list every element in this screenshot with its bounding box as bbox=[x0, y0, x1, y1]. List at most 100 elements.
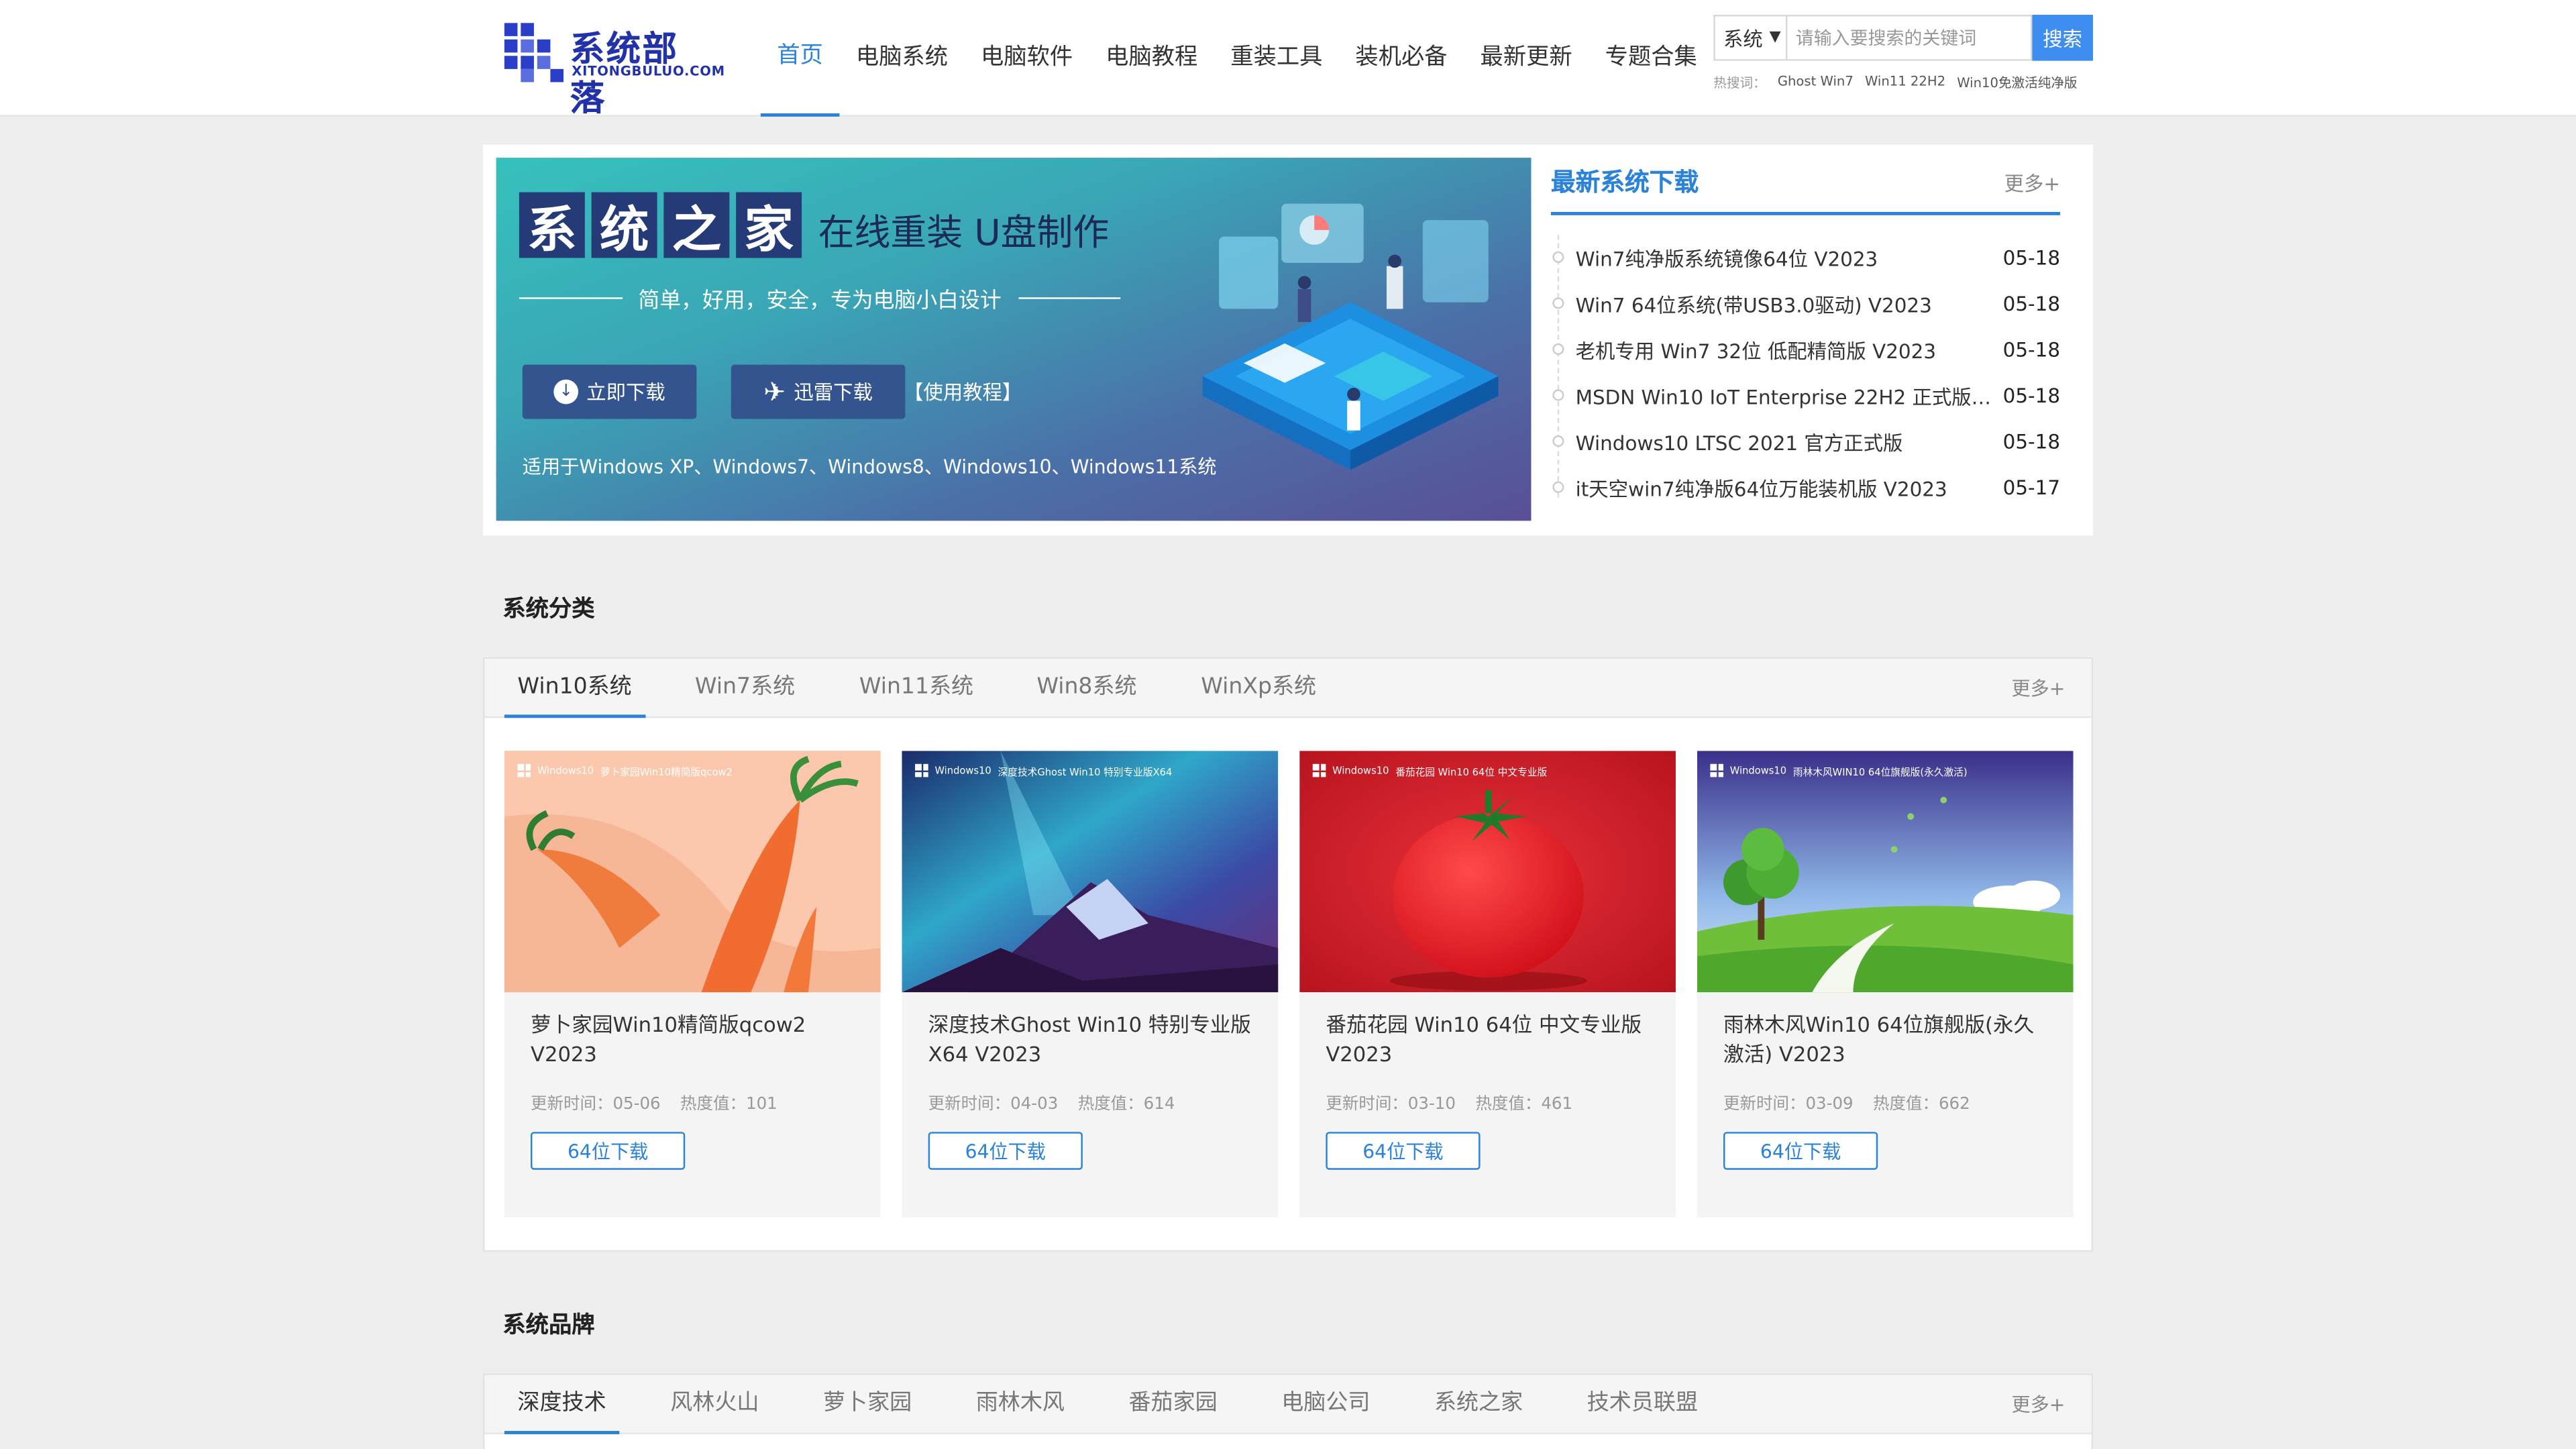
nav-pc-system[interactable]: 电脑系统 bbox=[839, 0, 964, 117]
brand-more-link[interactable]: 更多+ bbox=[2011, 1391, 2065, 1417]
list-item-title[interactable]: Win7 64位系统(带USB3.0驱动) V2023 bbox=[1576, 290, 1994, 318]
category-more-link[interactable]: 更多+ bbox=[2011, 676, 2065, 702]
nav-home[interactable]: 首页 bbox=[760, 0, 840, 117]
latest-downloads: 最新系统下载 更多+ Win7纯净版系统镜像64位 V2023 05-18 Wi… bbox=[1550, 145, 2061, 536]
card-image[interactable]: Windows10 深度技术Ghost Win10 特别专业版X64 bbox=[902, 751, 1279, 993]
tab-win7[interactable]: Win7系统 bbox=[682, 659, 808, 718]
list-item[interactable]: it天空win7纯净版64位万能装机版 V2023 05-17 bbox=[1551, 465, 2060, 511]
search-type-select[interactable]: 系统 ▼ bbox=[1713, 15, 1786, 61]
card-badge: Windows10 番茄花园 Win10 64位 中文专业版 bbox=[1312, 761, 1547, 780]
thunder-download-label: 迅雷下载 bbox=[794, 381, 873, 405]
card-image[interactable]: Windows10 番茄花园 Win10 64位 中文专业版 bbox=[1299, 751, 1676, 993]
bullet-icon bbox=[1552, 435, 1564, 447]
download-now-button[interactable]: ↓ 立即下载 bbox=[522, 364, 697, 419]
windows-logo-icon bbox=[1312, 763, 1326, 777]
badge-text: 雨林木风WIN10 64位旗舰版(永久激活) bbox=[1792, 766, 1968, 778]
brand-tabs: 深度技术 风林火山 萝卜家园 雨林木风 番茄家园 电脑公司 系统之家 技术员联盟… bbox=[484, 1375, 2092, 1434]
tab-brand-xitong[interactable]: 系统之家 bbox=[1421, 1375, 1536, 1434]
search-input[interactable] bbox=[1786, 15, 2033, 61]
card-image[interactable]: Windows10 雨林木风WIN10 64位旗舰版(永久激活) bbox=[1697, 751, 2074, 993]
card-title[interactable]: 雨林木风Win10 64位旗舰版(永久激活) V2023 bbox=[1723, 1010, 2052, 1069]
tab-win10[interactable]: Win10系统 bbox=[504, 659, 645, 718]
tutorial-link[interactable]: 【使用教程】 bbox=[904, 378, 1022, 406]
category-panel: Win10系统 Win7系统 Win11系统 Win8系统 WinXp系统 更多… bbox=[483, 657, 2094, 1252]
hot-word-link[interactable]: Win10免激活纯净版 bbox=[1957, 74, 2077, 92]
badge-os: Windows10 bbox=[537, 765, 594, 777]
nav-pc-tutorial[interactable]: 电脑教程 bbox=[1089, 0, 1214, 117]
download-64-button[interactable]: 64位下载 bbox=[1326, 1132, 1481, 1170]
list-item-title[interactable]: Windows10 LTSC 2021 官方正式版 bbox=[1576, 428, 1994, 456]
nav-pc-software[interactable]: 电脑软件 bbox=[965, 0, 1089, 117]
system-card[interactable]: Windows10 番茄花园 Win10 64位 中文专业版 番茄花园 Win1… bbox=[1299, 751, 1676, 1218]
card-image[interactable]: Windows10 萝卜家园Win10精简版qcow2 bbox=[504, 751, 881, 993]
latest-more-link[interactable]: 更多+ bbox=[2004, 169, 2060, 197]
promo-banner[interactable]: 系 统 之 家 在线重装 U盘制作 简单，好用，安全，专为电脑小白设计 ↓ 立即… bbox=[496, 158, 1532, 521]
card-title[interactable]: 番茄花园 Win10 64位 中文专业版V2023 bbox=[1326, 1010, 1654, 1069]
nav-reinstall-tools[interactable]: 重装工具 bbox=[1214, 0, 1339, 117]
list-item[interactable]: Windows10 LTSC 2021 官方正式版 05-18 bbox=[1551, 419, 2060, 465]
banner-compat-text: 适用于Windows XP、Windows7、Windows8、Windows1… bbox=[522, 455, 1217, 478]
update-time: 更新时间：04-03 bbox=[928, 1095, 1059, 1114]
site-logo[interactable]: 系统部落 XITONGBULUO.COM bbox=[504, 23, 724, 118]
tab-brand-shendu[interactable]: 深度技术 bbox=[504, 1375, 620, 1434]
tab-brand-diannao[interactable]: 电脑公司 bbox=[1269, 1375, 1383, 1434]
list-item[interactable]: Win7纯净版系统镜像64位 V2023 05-18 bbox=[1551, 235, 2060, 281]
list-item-date: 05-18 bbox=[2002, 292, 2061, 316]
card-meta: 更新时间：04-03 热度值：614 bbox=[928, 1089, 1175, 1114]
heat-value: 热度值：101 bbox=[680, 1095, 777, 1114]
tab-brand-luobo[interactable]: 萝卜家园 bbox=[810, 1375, 924, 1434]
nav-essentials[interactable]: 装机必备 bbox=[1339, 0, 1464, 117]
tab-brand-fanqie[interactable]: 番茄家园 bbox=[1116, 1375, 1230, 1434]
latest-header: 最新系统下载 更多+ bbox=[1550, 164, 2061, 215]
mountain-illustration bbox=[902, 751, 1279, 993]
tab-brand-jishuyuan[interactable]: 技术员联盟 bbox=[1574, 1375, 1711, 1434]
hot-word-link[interactable]: Win11 22H2 bbox=[1865, 74, 1945, 92]
download-64-button[interactable]: 64位下载 bbox=[531, 1132, 686, 1170]
bullet-icon bbox=[1552, 481, 1564, 493]
download-64-button[interactable]: 64位下载 bbox=[928, 1132, 1083, 1170]
download-64-button[interactable]: 64位下载 bbox=[1723, 1132, 1878, 1170]
banner-title-char: 系 bbox=[519, 192, 585, 260]
system-card[interactable]: Windows10 深度技术Ghost Win10 特别专业版X64 深度技术G… bbox=[902, 751, 1279, 1218]
nav-latest-updates[interactable]: 最新更新 bbox=[1464, 0, 1589, 117]
banner-title-char: 家 bbox=[736, 192, 802, 260]
tab-win8[interactable]: Win8系统 bbox=[1024, 659, 1150, 718]
nav-topics[interactable]: 专题合集 bbox=[1589, 0, 1713, 117]
tab-brand-fenglin[interactable]: 风林火山 bbox=[657, 1375, 772, 1434]
update-time: 更新时间：05-06 bbox=[531, 1095, 661, 1114]
card-title[interactable]: 深度技术Ghost Win10 特别专业版X64 V2023 bbox=[928, 1010, 1257, 1069]
card-meta: 更新时间：05-06 热度值：101 bbox=[531, 1089, 777, 1114]
badge-text: 深度技术Ghost Win10 特别专业版X64 bbox=[998, 766, 1173, 778]
list-item[interactable]: Win7 64位系统(带USB3.0驱动) V2023 05-18 bbox=[1551, 281, 2060, 327]
list-item[interactable]: 老机专用 Win7 32位 低配精简版 V2023 05-18 bbox=[1551, 327, 2060, 373]
main-nav: 首页 电脑系统 电脑软件 电脑教程 重装工具 装机必备 最新更新 专题合集 bbox=[760, 0, 1713, 117]
thunder-download-button[interactable]: ✈ 迅雷下载 bbox=[731, 364, 906, 419]
list-item[interactable]: MSDN Win10 IoT Enterprise 22H2 正式版 V2023… bbox=[1551, 373, 2060, 419]
logo-domain: XITONGBULUO.COM bbox=[572, 64, 725, 79]
card-badge: Windows10 深度技术Ghost Win10 特别专业版X64 bbox=[915, 761, 1172, 780]
divider bbox=[519, 297, 622, 299]
hot-word-link[interactable]: Ghost Win7 bbox=[1778, 74, 1854, 92]
windows-logo-icon bbox=[517, 763, 531, 777]
banner-title-char: 统 bbox=[591, 192, 657, 260]
latest-title: 最新系统下载 bbox=[1550, 167, 1699, 197]
system-card[interactable]: Windows10 雨林木风WIN10 64位旗舰版(永久激活) 雨林木风Win… bbox=[1697, 751, 2074, 1218]
system-card[interactable]: Windows10 萝卜家园Win10精简版qcow2 萝卜家园Win10精简版… bbox=[504, 751, 881, 1218]
update-time: 更新时间：03-10 bbox=[1326, 1095, 1456, 1114]
banner-title-char: 之 bbox=[663, 192, 730, 260]
top-section: 系 统 之 家 在线重装 U盘制作 简单，好用，安全，专为电脑小白设计 ↓ 立即… bbox=[483, 144, 2094, 536]
card-title[interactable]: 萝卜家园Win10精简版qcow2 V2023 bbox=[531, 1010, 859, 1069]
tab-brand-yulin[interactable]: 雨林木风 bbox=[963, 1375, 1077, 1434]
list-item-title[interactable]: MSDN Win10 IoT Enterprise 22H2 正式版 V2023 bbox=[1576, 382, 1994, 410]
tab-winxp[interactable]: WinXp系统 bbox=[1188, 659, 1330, 718]
card-meta: 更新时间：03-10 热度值：461 bbox=[1326, 1089, 1572, 1114]
list-item-title[interactable]: 老机专用 Win7 32位 低配精简版 V2023 bbox=[1576, 336, 1994, 364]
list-item-title[interactable]: it天空win7纯净版64位万能装机版 V2023 bbox=[1576, 474, 1994, 502]
search-type-value: 系统 bbox=[1723, 27, 1763, 50]
download-now-label: 立即下载 bbox=[586, 381, 665, 405]
search-button[interactable]: 搜索 bbox=[2032, 15, 2094, 61]
list-item-title[interactable]: Win7纯净版系统镜像64位 V2023 bbox=[1576, 244, 1994, 272]
card-badge: Windows10 萝卜家园Win10精简版qcow2 bbox=[517, 761, 733, 780]
tab-win11[interactable]: Win11系统 bbox=[846, 659, 987, 718]
site-header: 系统部落 XITONGBULUO.COM 首页 电脑系统 电脑软件 电脑教程 重… bbox=[0, 0, 2576, 118]
